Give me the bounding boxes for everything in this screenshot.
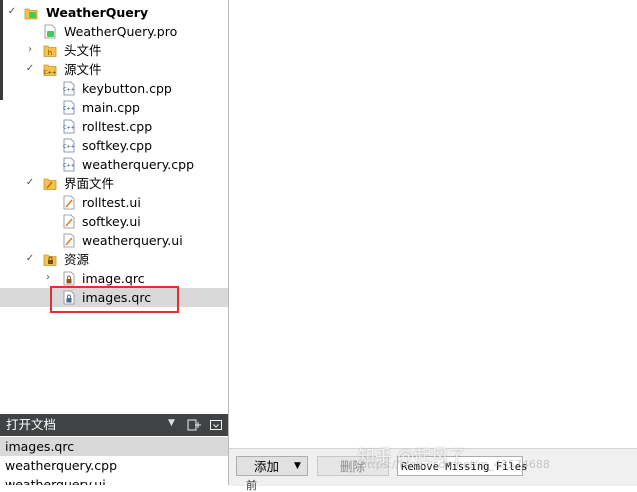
svg-text:C++: C++ — [63, 163, 75, 169]
tree-item-label: weatherquery.cpp — [82, 157, 195, 172]
svg-text:C++: C++ — [63, 106, 75, 112]
tree-item-label: keybutton.cpp — [82, 81, 172, 96]
add-button-label: 添加 — [254, 459, 280, 474]
open-documents-title: 打开文档 — [6, 417, 57, 432]
cpp-file-icon: C++ — [63, 157, 75, 172]
tree-item-root[interactable]: ✓ WeatherQuery — [0, 3, 228, 22]
resource-editor-area[interactable] — [229, 0, 637, 448]
tree-item-resources[interactable]: ✓ 资源 — [0, 250, 228, 269]
tree-item-headers[interactable]: › h 头文件 — [0, 41, 228, 60]
highlight-annotation-box — [50, 286, 179, 313]
cpp-file-icon: C++ — [63, 119, 75, 134]
tree-item-weatherquery-ui[interactable]: weatherquery.ui — [0, 231, 228, 250]
chevron-down-icon[interactable]: ✓ — [24, 177, 36, 189]
add-button[interactable]: 添加 ▼ — [236, 456, 308, 476]
chevron-right-icon[interactable]: › — [42, 272, 54, 284]
chevron-right-icon[interactable]: › — [24, 44, 36, 56]
open-document-item[interactable]: images.qrc — [0, 437, 228, 456]
close-panel-icon[interactable] — [209, 418, 223, 432]
folder-icon — [43, 178, 57, 190]
chevron-down-icon[interactable]: ✓ — [24, 63, 36, 75]
cpp-file-icon: C++ — [63, 100, 75, 115]
project-tree-pane: ✓ WeatherQuery WeatherQuery.pro › h 头文件 … — [0, 0, 229, 485]
pro-file-icon — [44, 24, 56, 39]
tree-item-rolltest-cpp[interactable]: C++ rolltest.cpp — [0, 117, 228, 136]
tree-item-label: weatherquery.ui — [82, 233, 183, 248]
tree-item-pro[interactable]: WeatherQuery.pro — [0, 22, 228, 41]
tree-item-weatherquery-cpp[interactable]: C++ weatherquery.cpp — [0, 155, 228, 174]
qt-project-icon — [24, 8, 38, 20]
svg-text:C++: C++ — [43, 70, 56, 76]
open-document-item[interactable]: weatherquery.cpp — [0, 456, 228, 475]
dropdown-caret-icon[interactable]: ▼ — [294, 461, 301, 471]
tree-item-rolltest-ui[interactable]: rolltest.ui — [0, 193, 228, 212]
tree-item-label: 资源 — [64, 252, 90, 267]
tree-item-label: 界面文件 — [64, 176, 115, 191]
watermark: 知乎 @起风了 — [358, 447, 466, 467]
folder-icon — [43, 254, 57, 266]
open-document-label: images.qrc — [5, 439, 75, 454]
tree-item-keybutton-cpp[interactable]: C++ keybutton.cpp — [0, 79, 228, 98]
project-root-label: WeatherQuery — [46, 5, 149, 20]
tree-item-label: WeatherQuery.pro — [64, 24, 178, 39]
folder-icon: h — [43, 45, 57, 57]
split-view-icon[interactable] — [186, 417, 202, 433]
tree-item-label: softkey.cpp — [82, 138, 153, 153]
tree-item-label: 源文件 — [64, 62, 102, 77]
dropdown-caret-icon[interactable]: ▼ — [168, 418, 175, 428]
svg-text:C++: C++ — [63, 144, 75, 150]
chevron-down-icon[interactable]: ✓ — [6, 6, 18, 18]
svg-text:C++: C++ — [63, 125, 75, 131]
bottom-cut-text: 前 — [246, 479, 257, 492]
ui-file-icon — [63, 214, 75, 229]
tree-item-label: softkey.ui — [82, 214, 141, 229]
open-document-item[interactable]: weatherquery.ui — [0, 475, 228, 485]
cpp-file-icon: C++ — [63, 138, 75, 153]
tree-item-softkey-cpp[interactable]: C++ softkey.cpp — [0, 136, 228, 155]
svg-text:C++: C++ — [63, 87, 75, 93]
tree-item-label: 头文件 — [64, 43, 102, 58]
tree-item-main-cpp[interactable]: C++ main.cpp — [0, 98, 228, 117]
svg-text:h: h — [48, 49, 52, 57]
tree-item-label: rolltest.ui — [82, 195, 141, 210]
tree-item-forms[interactable]: ✓ 界面文件 — [0, 174, 228, 193]
chevron-down-icon[interactable]: ✓ — [24, 253, 36, 265]
tree-item-softkey-ui[interactable]: softkey.ui — [0, 212, 228, 231]
tree-item-label: main.cpp — [82, 100, 140, 115]
ui-file-icon — [63, 233, 75, 248]
open-document-label: weatherquery.ui — [5, 477, 106, 485]
cpp-file-icon: C++ — [63, 81, 75, 96]
tree-item-sources[interactable]: ✓ C++ 源文件 — [0, 60, 228, 79]
open-document-label: weatherquery.cpp — [5, 458, 118, 473]
folder-icon: C++ — [43, 64, 57, 76]
qrc-file-icon — [63, 271, 75, 286]
tree-item-label: rolltest.cpp — [82, 119, 153, 134]
ui-file-icon — [63, 195, 75, 210]
open-documents-header: 打开文档 ▼ — [0, 414, 228, 436]
tree-item-label: image.qrc — [82, 271, 145, 286]
